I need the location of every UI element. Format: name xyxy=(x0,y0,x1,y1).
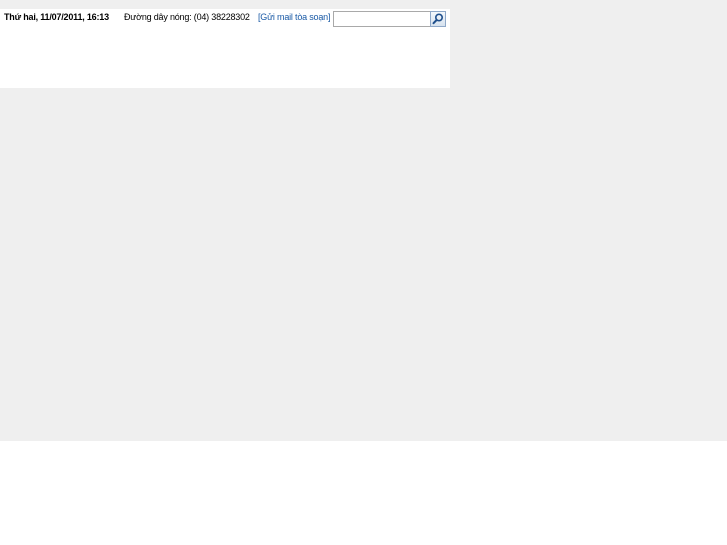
header-box: Thứ hai, 11/07/2011, 16:13 Đường dây nón… xyxy=(0,9,450,88)
hotline: Đường dây nóng: (04) 38228302 xyxy=(124,12,250,22)
top-bar: Thứ hai, 11/07/2011, 16:13 Đường dây nón… xyxy=(0,9,450,29)
send-mail-link[interactable]: [Gửi mail tòa soạn] xyxy=(258,12,330,22)
search-input[interactable] xyxy=(333,11,434,27)
search-button[interactable] xyxy=(430,11,446,27)
date-time: Thứ hai, 11/07/2011, 16:13 xyxy=(4,12,109,22)
search-icon xyxy=(431,12,445,26)
page: Thứ hai, 11/07/2011, 16:13 Đường dây nón… xyxy=(0,0,727,545)
